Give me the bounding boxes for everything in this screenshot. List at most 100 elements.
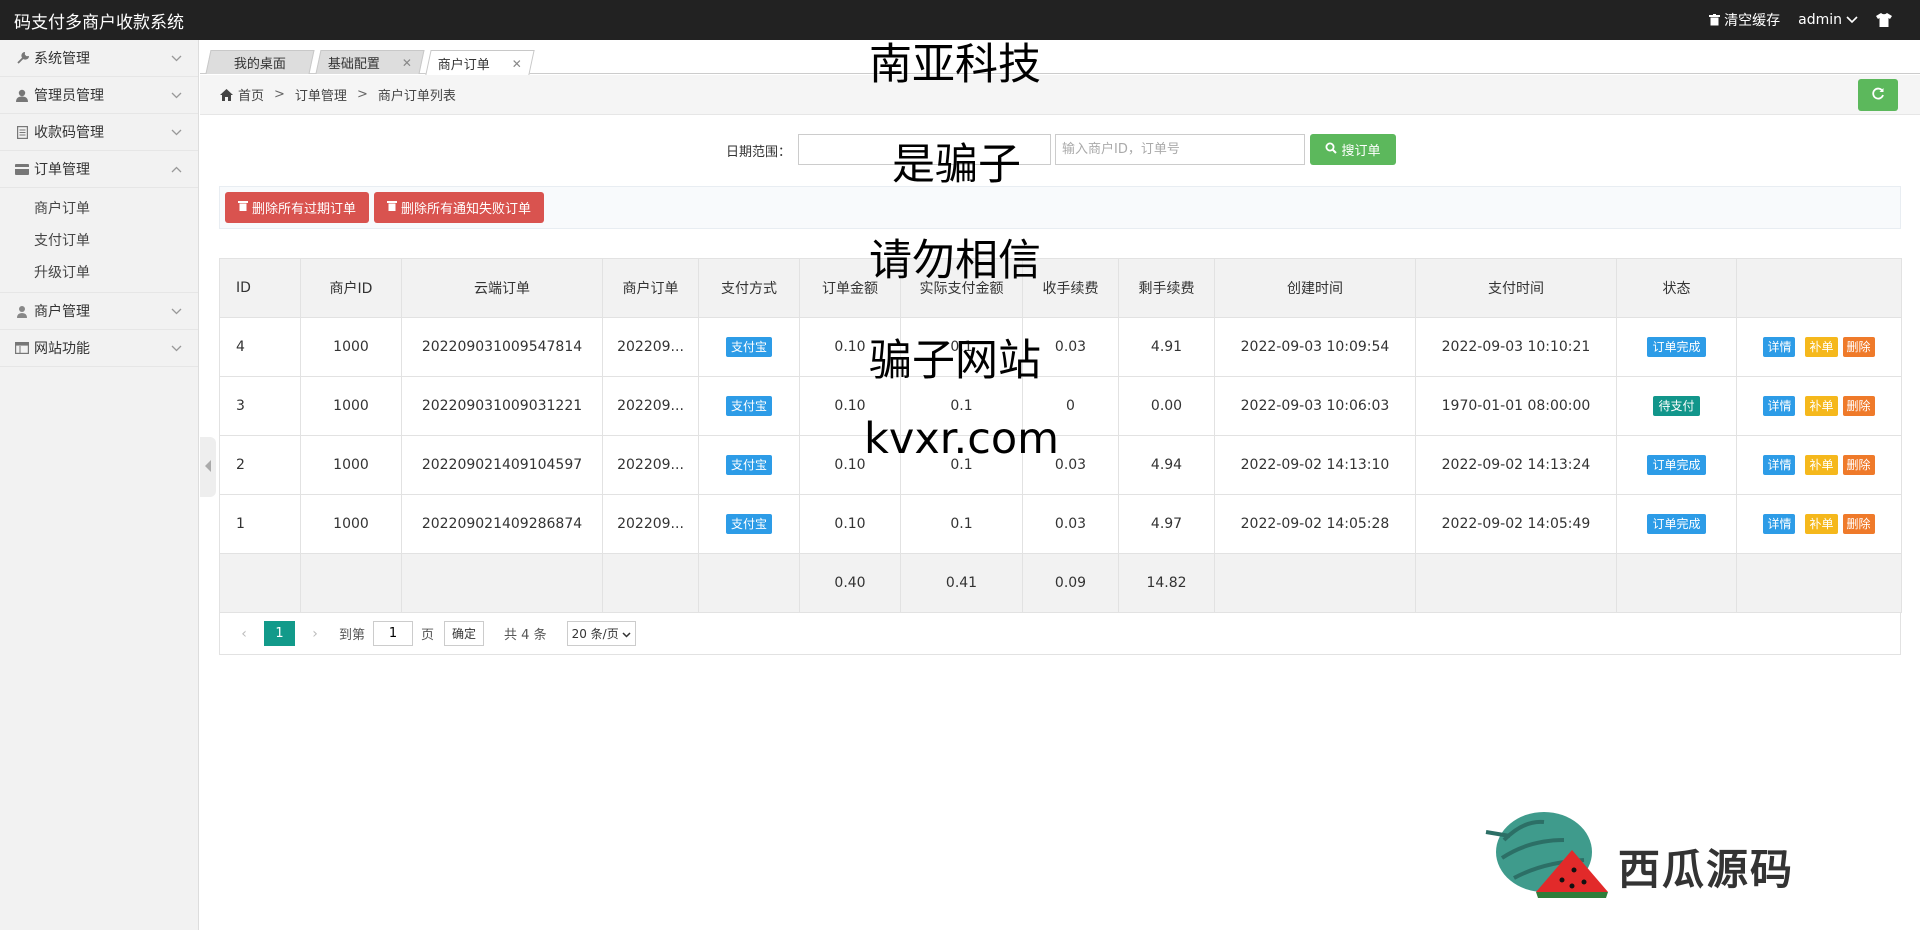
cell-paid-time: 1970-01-01 08:00:00 [1415, 376, 1617, 436]
clear-cache-label: 清空缓存 [1724, 13, 1781, 29]
reissue-button[interactable]: 补单 [1805, 337, 1838, 357]
clear-cache-button[interactable]: 清空缓存 [1709, 10, 1780, 30]
sidebar-item-system[interactable]: 系统管理 [0, 40, 198, 77]
column-header: 云端订单 [401, 258, 603, 318]
keyword-search-input[interactable] [1055, 134, 1305, 165]
merchant-icon [14, 305, 30, 318]
sidebar-item-payment-codes[interactable]: 收款码管理 [0, 114, 198, 151]
chevron-down-icon [171, 342, 182, 355]
column-header: 支付时间 [1415, 258, 1617, 318]
sidebar-item-orders[interactable]: 订单管理 [0, 151, 198, 188]
delete-failed-notify-orders-button[interactable]: 删除所有通知失败订单 [374, 192, 545, 223]
delete-button[interactable]: 删除 [1842, 396, 1875, 416]
close-icon[interactable]: ✕ [512, 56, 522, 70]
reissue-button[interactable]: 补单 [1805, 455, 1838, 475]
status-badge: 订单完成 [1647, 455, 1706, 475]
column-header: 商户订单 [602, 258, 699, 318]
search-form: 日期范围： 搜订单 [200, 134, 1920, 166]
chevron-down-icon [171, 52, 182, 65]
page-number-current[interactable]: 1 [264, 621, 295, 646]
prev-page-icon[interactable]: ‹ [232, 626, 256, 642]
cell-cloud-order: 202209021409104597 [401, 435, 603, 495]
cell-paid-time: 2022-09-02 14:05:49 [1415, 494, 1617, 554]
cell-created-time: 2022-09-02 14:13:10 [1214, 435, 1416, 495]
sidebar-subitem-merchant-orders[interactable]: 商户订单 [0, 192, 198, 224]
search-orders-button[interactable]: 搜订单 [1310, 134, 1396, 165]
cell-merchant-id: 1000 [300, 494, 402, 554]
search-icon [1325, 142, 1338, 158]
close-icon[interactable]: ✕ [402, 56, 412, 70]
detail-button[interactable]: 详情 [1763, 455, 1796, 475]
breadcrumb-home[interactable]: 首页 [238, 85, 264, 104]
cell-created-time: 2022-09-02 14:05:28 [1214, 494, 1416, 554]
pay-method-badge: 支付宝 [725, 514, 772, 534]
overlay-text: 是骗子 [892, 140, 1021, 190]
cell-remaining-fee: 4.97 [1118, 494, 1215, 554]
cell-merchant-order: 202209... [602, 317, 699, 377]
tab-bar: 我的桌面 基础配置 ✕ 商户订单 ✕ [200, 46, 1920, 75]
chevron-down-icon [171, 126, 182, 139]
refresh-button[interactable] [1858, 79, 1898, 111]
overlay-text: 南亚科技 [869, 40, 1041, 90]
breadcrumb-current: 商户订单列表 [377, 89, 456, 104]
cell-status: 订单完成 [1616, 435, 1737, 495]
breadcrumb: 首页 > 订单管理 > 商户订单列表 [200, 75, 1920, 115]
cell-merchant-order: 202209... [602, 376, 699, 436]
tab-desktop[interactable]: 我的桌面 [205, 50, 315, 74]
trash-icon [387, 200, 398, 215]
table-row: 4 1000 202209031009547814 202209... 支付宝 … [219, 317, 1902, 377]
goto-page-input[interactable] [373, 621, 414, 646]
chevron-down-icon [171, 89, 182, 102]
pay-method-badge: 支付宝 [725, 337, 772, 357]
trash-icon [1709, 14, 1721, 26]
detail-button[interactable]: 详情 [1763, 337, 1796, 357]
user-icon [14, 89, 30, 102]
wrench-icon [14, 51, 30, 65]
sidebar-item-admins[interactable]: 管理员管理 [0, 77, 198, 114]
sidebar-item-site-functions[interactable]: 网站功能 [0, 330, 198, 367]
cell-paid-time: 2022-09-02 14:13:24 [1415, 435, 1617, 495]
reissue-button[interactable]: 补单 [1805, 396, 1838, 416]
tab-merchant-orders[interactable]: 商户订单 ✕ [425, 50, 535, 75]
delete-button[interactable]: 删除 [1842, 455, 1875, 475]
delete-button[interactable]: 删除 [1842, 514, 1875, 534]
goto-confirm-button[interactable]: 确定 [444, 621, 485, 646]
user-menu[interactable]: admin [1798, 12, 1858, 28]
detail-button[interactable]: 详情 [1763, 396, 1796, 416]
cell-pay-method: 支付宝 [698, 435, 800, 495]
cell-actual-amount: 0.1 [900, 494, 1023, 554]
sidebar-collapse-handle[interactable] [200, 437, 216, 497]
page-size-select[interactable]: 20 条/页 [566, 621, 636, 646]
next-page-icon[interactable]: › [303, 626, 327, 642]
cell-merchant-id: 1000 [300, 317, 402, 377]
button-label: 删除所有过期订单 [252, 202, 357, 217]
reissue-button[interactable]: 补单 [1805, 514, 1838, 534]
theme-shirt-icon[interactable] [1876, 13, 1892, 27]
sidebar-subitem-payment-orders[interactable]: 支付订单 [0, 224, 198, 256]
cell-amount: 0.10 [799, 494, 901, 554]
cell-pay-method: 支付宝 [698, 376, 800, 436]
tab-basic-config[interactable]: 基础配置 ✕ [315, 50, 425, 74]
cell-pay-method: 支付宝 [698, 317, 800, 377]
detail-button[interactable]: 详情 [1763, 514, 1796, 534]
window-icon [14, 342, 30, 354]
sidebar-item-merchants[interactable]: 商户管理 [0, 293, 198, 330]
watermark-text: 西瓜源码 [1618, 845, 1795, 894]
delete-button[interactable]: 删除 [1842, 337, 1875, 357]
table-totals-row: 0.40 0.41 0.09 14.82 [219, 553, 1902, 613]
app-title: 码支付多商户收款系统 [14, 12, 184, 33]
total-actual: 0.41 [900, 553, 1023, 613]
status-badge: 订单完成 [1647, 337, 1706, 357]
sidebar-subitem-upgrade-orders[interactable]: 升级订单 [0, 256, 198, 288]
table-row: 3 1000 202209031009031221 202209... 支付宝 … [219, 376, 1902, 436]
sidebar-item-label: 系统管理 [34, 51, 90, 67]
breadcrumb-orders[interactable]: 订单管理 [295, 85, 347, 104]
tab-label: 我的桌面 [233, 57, 286, 72]
home-icon [220, 88, 233, 101]
cell-status: 待支付 [1616, 376, 1737, 436]
trash-icon [238, 200, 248, 215]
sidebar-item-label: 收款码管理 [34, 125, 104, 141]
page-size-value: 20 条/页 [571, 627, 619, 641]
chevron-down-icon [622, 627, 631, 641]
delete-expired-orders-button[interactable]: 删除所有过期订单 [225, 192, 370, 223]
